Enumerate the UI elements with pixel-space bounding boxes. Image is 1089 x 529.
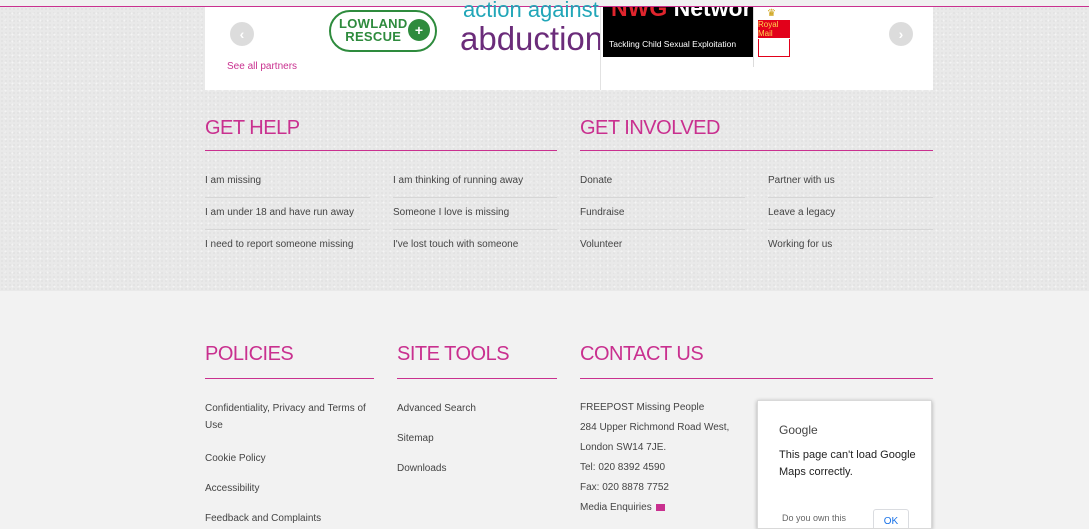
envelope-icon (655, 503, 665, 511)
google-brand: Google (779, 423, 818, 437)
contact-us-heading: CONTACT US (580, 343, 704, 365)
link-partner-with-us[interactable]: Partner with us (768, 175, 835, 186)
royal-mail-logo-base (758, 39, 790, 57)
link-donate[interactable]: Donate (580, 175, 612, 186)
contact-address-line: London SW14 7JE. (580, 442, 667, 453)
get-involved-heading-rule (580, 150, 933, 151)
link-report-someone-missing[interactable]: I need to report someone missing (205, 239, 353, 250)
carousel-next-icon[interactable]: › (889, 22, 913, 46)
get-involved-heading: GET INVOLVED (580, 117, 720, 139)
nwg-logo-title: NWG Network (611, 7, 753, 21)
crown-icon: ♛ (767, 8, 776, 19)
see-all-partners-link[interactable]: See all partners (227, 61, 297, 72)
row-divider (205, 197, 370, 198)
row-divider (205, 229, 370, 230)
link-sitemap[interactable]: Sitemap (397, 430, 434, 447)
row-divider (393, 197, 557, 198)
link-downloads[interactable]: Downloads (397, 460, 446, 477)
link-confidentiality-privacy-terms[interactable]: Confidentiality, Privacy and Terms of Us… (205, 400, 370, 434)
media-enquiries-label: Media Enquiries (580, 502, 652, 513)
map-error-message: This page can't load Google Maps correct… (779, 449, 916, 478)
link-working-for-us[interactable]: Working for us (768, 239, 832, 250)
link-leave-a-legacy[interactable]: Leave a legacy (768, 207, 835, 218)
lowland-rescue-badge-icon: + (408, 19, 430, 41)
aaa-logo-line1: action against (463, 0, 599, 22)
lowland-rescue-logo[interactable]: LOWLAND RESCUE + (329, 10, 437, 52)
link-feedback-complaints[interactable]: Feedback and Complaints (205, 510, 321, 527)
partners-carousel: ‹ LOWLAND RESCUE + action against abduct… (205, 0, 933, 90)
lowland-rescue-wordmark: LOWLAND RESCUE (339, 16, 408, 44)
nwg-network-logo[interactable]: NWG Network Tackling Child Sexual Exploi… (603, 7, 753, 57)
google-map-error-card: Google This page can't load Google Maps … (757, 400, 932, 529)
row-divider (580, 197, 745, 198)
royal-mail-logo[interactable]: ♛ Royal Mail (758, 7, 790, 57)
get-help-heading-rule (205, 150, 557, 151)
contact-address-line: FREEPOST Missing People (580, 402, 705, 413)
aaa-logo-line2: abduction (460, 20, 600, 57)
link-accessibility[interactable]: Accessibility (205, 480, 259, 497)
policies-heading-rule (205, 378, 374, 379)
contact-address-line: 284 Upper Richmond Road West, (580, 422, 730, 433)
action-against-abduction-logo[interactable]: action against abduction (460, 0, 600, 63)
contact-phone: Tel: 020 8392 4590 (580, 462, 666, 473)
nwg-logo-tagline: Tackling Child Sexual Exploitation (609, 39, 737, 49)
media-enquiries-link[interactable]: Media Enquiries (580, 502, 665, 513)
link-advanced-search[interactable]: Advanced Search (397, 400, 476, 417)
site-tools-heading-rule (397, 378, 557, 379)
link-cookie-policy[interactable]: Cookie Policy (205, 450, 266, 467)
royal-mail-wordmark: Royal Mail (758, 20, 790, 38)
link-i-am-missing[interactable]: I am missing (205, 175, 261, 186)
policies-heading: POLICIES (205, 343, 294, 365)
contact-fax: Fax: 020 8878 7752 (580, 482, 669, 493)
contact-us-heading-rule (580, 378, 933, 379)
row-divider (768, 229, 933, 230)
row-divider (768, 197, 933, 198)
carousel-prev-icon[interactable]: ‹ (230, 22, 254, 46)
get-help-heading: GET HELP (205, 117, 300, 139)
link-thinking-of-running-away[interactable]: I am thinking of running away (393, 175, 523, 186)
link-under-18-run-away[interactable]: I am under 18 and have run away (205, 207, 354, 218)
row-divider (580, 229, 745, 230)
link-volunteer[interactable]: Volunteer (580, 239, 622, 250)
link-lost-touch[interactable]: I've lost touch with someone (393, 239, 518, 250)
logo-divider (600, 7, 601, 90)
link-someone-i-love-is-missing[interactable]: Someone I love is missing (393, 207, 509, 218)
logo-divider (753, 7, 754, 67)
row-divider (393, 229, 557, 230)
map-owner-question: Do you own this (782, 513, 847, 523)
site-tools-heading: SITE TOOLS (397, 343, 510, 365)
map-ok-button[interactable]: OK (873, 509, 909, 528)
link-fundraise[interactable]: Fundraise (580, 207, 624, 218)
